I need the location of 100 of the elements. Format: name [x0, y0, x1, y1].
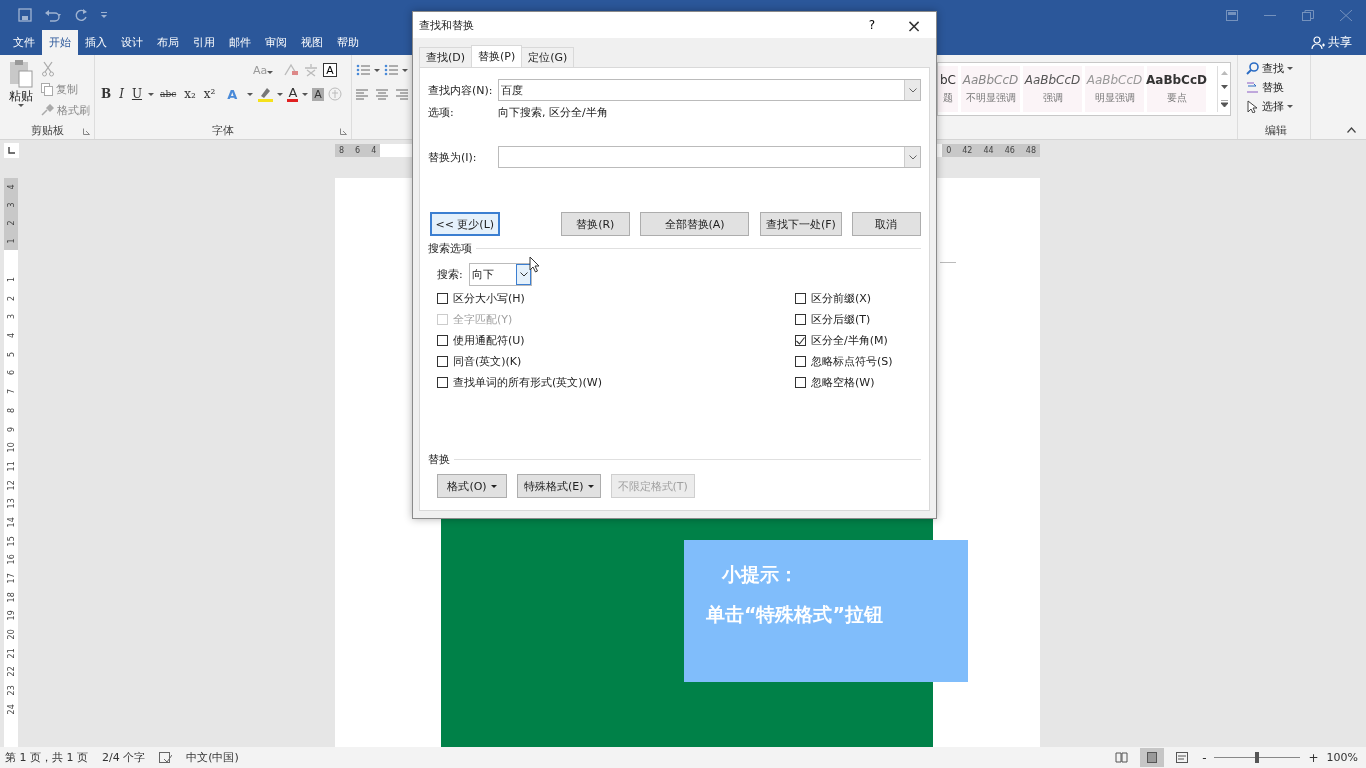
- ruler-number: 48: [1025, 145, 1036, 155]
- more-icon[interactable]: [1220, 100, 1228, 108]
- page-count[interactable]: 第 1 页，共 1 页: [5, 750, 88, 765]
- ruler-number: 1: [5, 275, 17, 284]
- paste-button[interactable]: 粘贴: [4, 59, 37, 121]
- tab-selector[interactable]: [4, 142, 19, 158]
- mouse-cursor-icon: [529, 256, 540, 273]
- checkbox[interactable]: 区分全/半角(M): [795, 330, 888, 351]
- save-icon[interactable]: [18, 8, 32, 22]
- editing-button[interactable]: 选择: [1246, 97, 1306, 116]
- ribbon-tab[interactable]: 插入: [78, 30, 114, 55]
- style-item[interactable]: bC 题: [938, 66, 958, 112]
- dialog-button[interactable]: 取消: [851, 212, 922, 236]
- close-icon[interactable]: [1340, 9, 1352, 21]
- format-button[interactable]: B: [99, 85, 114, 103]
- caret-icon: [490, 484, 497, 488]
- format-button[interactable]: I: [117, 85, 126, 103]
- character-shading-button[interactable]: A: [312, 87, 324, 101]
- dialog-button[interactable]: << 更少(L): [430, 212, 500, 236]
- align-center-icon[interactable]: [376, 88, 388, 100]
- ribbon-tab[interactable]: 邮件: [222, 30, 258, 55]
- ruler-number: 20: [5, 629, 17, 640]
- numbered-list-icon[interactable]: [384, 63, 398, 77]
- editing-button[interactable]: 查找: [1246, 59, 1306, 78]
- dialog-button[interactable]: 格式(O): [437, 474, 507, 498]
- undo-icon[interactable]: [44, 8, 62, 22]
- dialog-button[interactable]: 全部替换(A): [640, 212, 750, 236]
- font-color-button[interactable]: A: [287, 86, 299, 102]
- ruler-number: 13: [5, 498, 17, 509]
- checkbox[interactable]: 查找单词的所有形式(英文)(W): [437, 372, 603, 393]
- format-button[interactable]: x²: [201, 85, 218, 103]
- redo-icon[interactable]: [74, 8, 88, 22]
- ribbon-tab[interactable]: 引用: [186, 30, 222, 55]
- search-direction-dropdown[interactable]: 向下: [469, 263, 532, 286]
- help-button[interactable]: ?: [852, 17, 892, 33]
- restore-icon[interactable]: [1302, 9, 1314, 21]
- ribbon-tab[interactable]: 审阅: [258, 30, 294, 55]
- format-button[interactable]: abc: [158, 85, 179, 103]
- checkbox[interactable]: 区分后缀(T): [795, 309, 871, 330]
- ruler-number: 15: [5, 535, 17, 547]
- checkbox[interactable]: 使用通配符(U): [437, 330, 525, 351]
- launcher-icon[interactable]: [340, 128, 347, 135]
- ribbon-tab[interactable]: 帮助: [330, 30, 366, 55]
- replace-icon: [1246, 81, 1259, 94]
- ribbon-tab[interactable]: 文件: [6, 30, 42, 55]
- ribbon-tab[interactable]: 视图: [294, 30, 330, 55]
- zoom-in-button[interactable]: +: [1306, 750, 1321, 765]
- style-item[interactable]: AaBbCcD 明显强调: [1085, 66, 1144, 112]
- checkbox[interactable]: 区分前缀(X): [795, 288, 872, 309]
- checkbox[interactable]: 忽略标点符号(S): [795, 351, 893, 372]
- zoom-out-button[interactable]: -: [1200, 750, 1209, 765]
- dialog-tab[interactable]: 定位(G): [521, 47, 575, 67]
- ruler-number: 6: [355, 145, 361, 155]
- zoom-level[interactable]: 100%: [1326, 751, 1358, 764]
- dialog-button[interactable]: 特殊格式(E): [517, 474, 601, 498]
- caret-icon: [148, 92, 155, 96]
- dialog-tab[interactable]: 替换(P): [471, 45, 523, 67]
- caret-icon: [247, 92, 254, 96]
- align-left-icon[interactable]: [356, 88, 368, 100]
- launcher-icon[interactable]: [83, 128, 90, 135]
- checkbox[interactable]: 忽略空格(W): [795, 372, 875, 393]
- close-button[interactable]: ×: [892, 13, 936, 37]
- dialog-tab[interactable]: 查找(D): [419, 47, 473, 67]
- character-border-button[interactable]: A: [323, 63, 337, 77]
- customize-icon[interactable]: [100, 11, 108, 19]
- slider-thumb[interactable]: [1254, 752, 1259, 763]
- scroll-down-icon[interactable]: [1220, 85, 1228, 91]
- scissors-icon[interactable]: [41, 61, 55, 77]
- editing-button[interactable]: 替换: [1246, 78, 1306, 97]
- checkbox[interactable]: 区分大小写(H): [437, 288, 525, 309]
- ruler-number: 24: [5, 704, 17, 715]
- highlighter-icon[interactable]: [257, 86, 274, 102]
- proofing-icon[interactable]: [159, 751, 173, 764]
- style-item[interactable]: AaBbCcD 强调: [1023, 66, 1082, 112]
- share-button[interactable]: 共享: [1328, 35, 1352, 50]
- checkbox[interactable]: 同音(英文)(K): [437, 351, 522, 372]
- caret-icon: [587, 484, 594, 488]
- replace-field[interactable]: [497, 146, 921, 168]
- word-count[interactable]: 2/4 个字: [102, 750, 146, 765]
- dialog-button[interactable]: 查找下一处(F): [760, 212, 842, 236]
- ribbon-tab[interactable]: 设计: [114, 30, 150, 55]
- ruler-number: 8: [5, 406, 17, 415]
- format-button[interactable]: U: [129, 85, 145, 103]
- ribbon-display-icon[interactable]: [1226, 9, 1238, 21]
- align-right-icon[interactable]: [396, 88, 408, 100]
- dialog-button[interactable]: 替换(R): [560, 212, 630, 236]
- language[interactable]: 中文(中国): [186, 750, 239, 765]
- person-icon[interactable]: [1311, 35, 1325, 50]
- format-button[interactable]: x₂: [182, 85, 198, 103]
- clear-format-icon[interactable]: [283, 63, 300, 77]
- bullet-list-icon[interactable]: [356, 63, 370, 77]
- style-item[interactable]: AaBbCcD 不明显强调: [961, 66, 1020, 112]
- view-button[interactable]: [1140, 748, 1165, 767]
- scroll-up-icon[interactable]: [1220, 70, 1228, 76]
- ribbon-tab[interactable]: 布局: [150, 30, 186, 55]
- ribbon-tab[interactable]: 开始: [42, 30, 78, 55]
- collapse-icon[interactable]: [1347, 127, 1356, 133]
- chevron-down-icon: [519, 272, 528, 277]
- style-item[interactable]: AaBbCcD 要点: [1147, 66, 1206, 112]
- find-field[interactable]: 百度: [497, 79, 921, 101]
